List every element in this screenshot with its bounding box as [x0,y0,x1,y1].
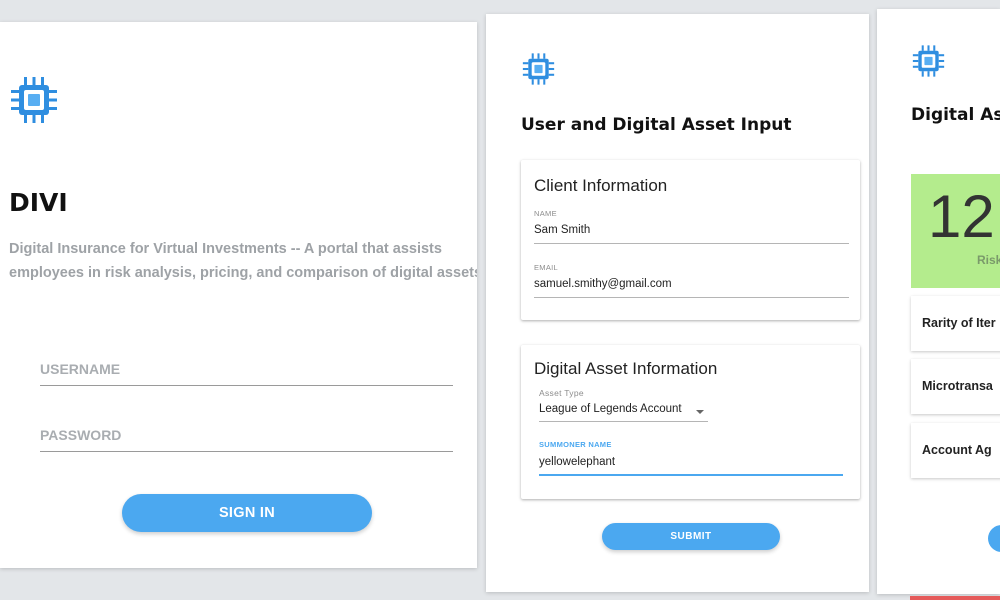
username-input[interactable] [40,352,453,385]
summoner-name-input[interactable]: yellowelephant [539,453,843,476]
email-field[interactable]: samuel.smithy@gmail.com [534,278,672,290]
factor-row-microtransactions[interactable]: Microtransa [911,359,1000,414]
client-information-card: Client Information NAME Sam Smith EMAIL … [521,160,860,320]
risk-score-value: 12 [928,183,995,250]
password-field-wrapper [40,418,453,452]
app-title: DIVI [9,188,68,217]
risk-score-card: 12 Risk [911,174,1000,288]
factor-label: Account Ag [922,443,992,457]
chip-icon [10,75,58,125]
chip-icon [522,52,555,86]
asset-type-label: Asset Type [539,388,584,398]
submit-button[interactable]: SUBMIT [602,523,780,550]
name-underline [534,243,849,244]
summoner-name-underline [539,474,843,476]
card-title: Digital Asset Information [534,359,718,378]
card-title: Client Information [534,176,668,195]
factor-label: Microtransa [922,379,993,393]
asset-type-select[interactable]: League of Legends Account [539,401,708,422]
sign-in-button[interactable]: SIGN IN [122,494,372,532]
factor-row-account-age[interactable]: Account Ag [911,423,1000,478]
bottom-status-strip [910,596,1000,600]
page-title: Digital Ass [911,105,1000,125]
name-field[interactable]: Sam Smith [534,224,590,236]
password-input[interactable] [40,418,453,451]
factor-label: Rarity of Iter [922,316,996,330]
page-title: User and Digital Asset Input [521,115,792,135]
asset-type-underline [539,421,708,422]
email-label: EMAIL [534,263,559,272]
factor-row-rarity[interactable]: Rarity of Iter [911,296,1000,351]
summoner-name-label: SUMMONER NAME [539,440,612,449]
app-description: Digital Insurance for Virtual Investment… [9,237,477,285]
name-label: NAME [534,209,557,218]
result-action-button[interactable] [988,525,1000,552]
chip-icon [912,44,945,78]
login-panel: DIVI Digital Insurance for Virtual Inves… [0,22,477,568]
username-field-wrapper [40,352,453,386]
email-underline [534,297,849,298]
risk-score-label: Risk [977,253,1000,267]
app-description-line-1: Digital Insurance for Virtual Investment… [9,241,442,257]
digital-asset-information-card: Digital Asset Information Asset Type Lea… [521,345,860,499]
asset-type-value: League of Legends Account [539,403,682,415]
asset-input-panel: User and Digital Asset Input Client Info… [486,14,869,592]
asset-result-panel: Digital Ass 12 Risk Rarity of Iter Micro… [877,9,1000,594]
chevron-down-icon [696,410,704,414]
summoner-name-value: yellowelephant [539,456,616,468]
app-description-line-2: employees in risk analysis, pricing, and… [9,265,477,281]
